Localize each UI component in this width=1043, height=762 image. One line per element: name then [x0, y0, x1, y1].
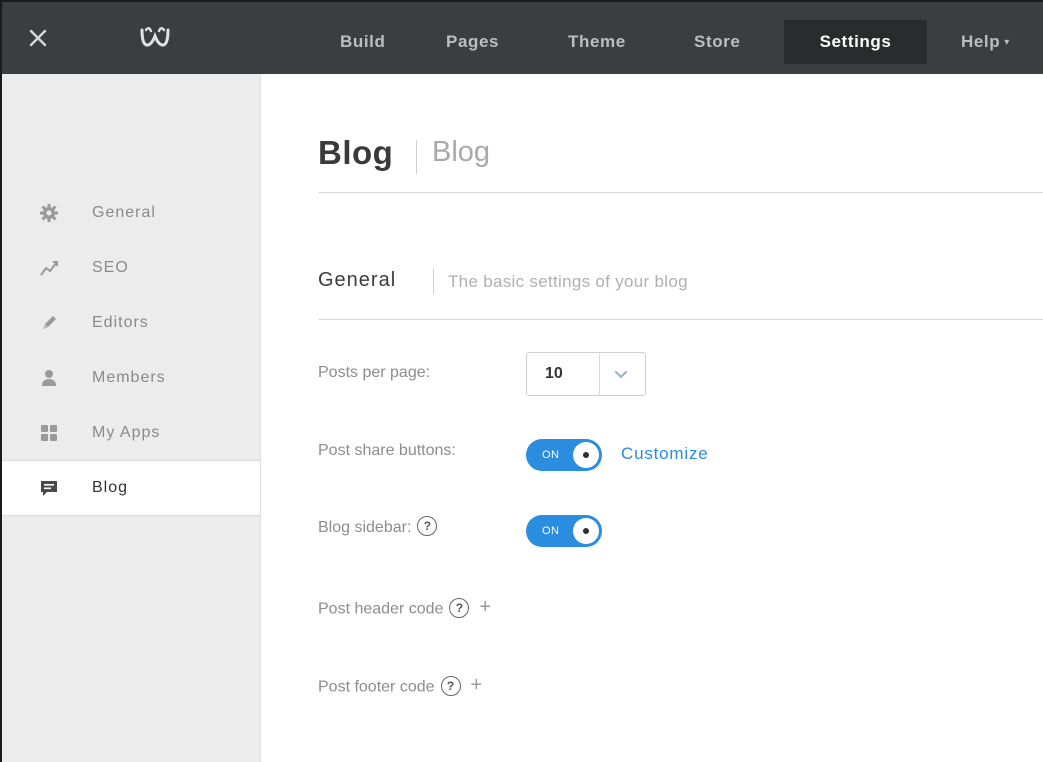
nav-help[interactable]: Help ▾	[957, 20, 1014, 64]
blog-sidebar-row: Blog sidebar:?	[318, 516, 438, 538]
sidebar-item-label: General	[92, 204, 156, 221]
select-separator	[599, 353, 600, 395]
post-footer-code-label: Post footer code	[318, 678, 435, 696]
nav-build-label: Build	[340, 32, 386, 51]
sidebar-item-label: Members	[92, 369, 166, 386]
nav-settings-label: Settings	[819, 32, 892, 51]
nav-theme-label: Theme	[568, 32, 626, 51]
nav-pages[interactable]: Pages	[442, 20, 503, 64]
customize-link[interactable]: Customize	[621, 444, 709, 464]
sidebar-item-seo[interactable]: SEO	[2, 241, 260, 295]
page-title: Blog	[318, 134, 394, 171]
sidebar-item-label: My Apps	[92, 424, 161, 441]
plus-icon[interactable]: +	[479, 596, 491, 619]
trend-line-icon	[38, 257, 60, 279]
settings-sidebar: General SEO Editors Members My Apps Blog	[2, 74, 261, 762]
caret-down-icon: ▾	[1004, 37, 1010, 48]
chevron-down-icon[interactable]	[613, 366, 629, 382]
blog-comment-icon	[38, 477, 60, 499]
nav-settings[interactable]: Settings	[784, 20, 927, 64]
sidebar-item-blog[interactable]: Blog	[2, 460, 260, 516]
help-question-icon[interactable]: ?	[417, 516, 438, 536]
help-question-icon[interactable]: ?	[440, 675, 461, 696]
nav-pages-label: Pages	[446, 32, 500, 51]
app-window: Build Pages Theme Store Settings Help▾	[0, 0, 1043, 762]
weebly-logo-icon[interactable]	[138, 24, 172, 50]
sidebar-item-members[interactable]: Members	[2, 351, 260, 405]
page-subtitle: Blog	[432, 136, 491, 168]
sidebar-item-general[interactable]: General	[2, 186, 260, 240]
section-description: The basic settings of your blog	[448, 272, 688, 291]
pencil-icon	[38, 312, 60, 334]
blog-sidebar-label: Blog sidebar:	[318, 519, 412, 537]
sidebar-item-label: Editors	[92, 314, 149, 331]
posts-per-page-value: 10	[545, 365, 563, 382]
person-icon	[38, 367, 60, 389]
nav-build[interactable]: Build	[336, 20, 390, 64]
apps-grid-icon	[38, 422, 60, 444]
toggle-state-label: ON	[542, 449, 560, 461]
post-header-code-row: Post header code? +	[318, 596, 491, 621]
close-icon[interactable]	[26, 26, 50, 50]
section-divider	[433, 268, 434, 294]
toggle-knob	[573, 442, 599, 468]
sidebar-item-my-apps[interactable]: My Apps	[2, 406, 260, 460]
sidebar-item-label: SEO	[92, 259, 129, 276]
post-footer-code-row: Post footer code? +	[318, 674, 483, 699]
nav-store[interactable]: Store	[690, 20, 744, 64]
nav-help-label: Help	[961, 32, 1001, 51]
post-share-buttons-label: Post share buttons:	[318, 442, 456, 459]
help-question-icon[interactable]: ?	[449, 597, 470, 618]
divider	[318, 192, 1043, 193]
plus-icon[interactable]: +	[471, 674, 483, 697]
sidebar-item-label: Blog	[92, 479, 129, 496]
section-title: General	[318, 269, 397, 291]
posts-per-page-select[interactable]: 10	[526, 352, 646, 396]
nav-theme[interactable]: Theme	[564, 20, 630, 64]
top-navigation-bar: Build Pages Theme Store Settings Help ▾	[2, 2, 1043, 74]
posts-per-page-label: Posts per page:	[318, 364, 431, 381]
blog-sidebar-toggle[interactable]: ON	[526, 515, 602, 547]
nav-store-label: Store	[694, 32, 741, 51]
title-divider	[416, 140, 417, 174]
post-share-buttons-toggle[interactable]: ON	[526, 439, 602, 471]
toggle-knob	[573, 518, 599, 544]
sidebar-item-editors[interactable]: Editors	[2, 296, 260, 350]
divider	[318, 319, 1043, 320]
gear-icon	[38, 202, 60, 224]
post-header-code-label: Post header code	[318, 600, 444, 618]
toggle-state-label: ON	[542, 525, 560, 537]
main-content: Blog Blog General The basic settings of …	[261, 74, 1043, 762]
